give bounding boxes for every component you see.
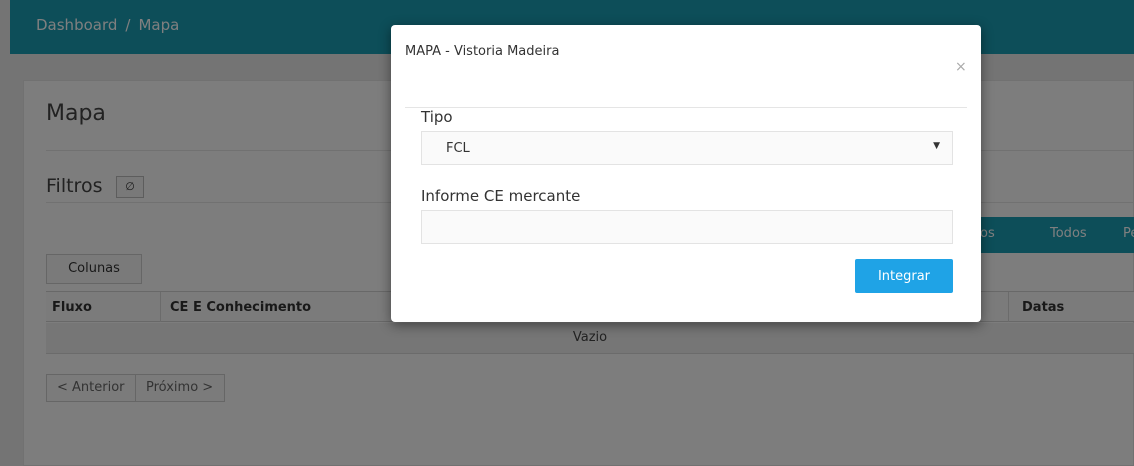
- integration-modal: MAPA - Vistoria Madeira × Tipo FCL ▼ Inf…: [391, 25, 981, 322]
- close-icon[interactable]: ×: [955, 59, 967, 75]
- tipo-select[interactable]: FCL ▼: [421, 131, 953, 165]
- modal-title: MAPA - Vistoria Madeira: [405, 44, 560, 59]
- caret-down-icon: ▼: [933, 141, 940, 151]
- ce-mercante-label: Informe CE mercante: [421, 187, 581, 205]
- integrar-button[interactable]: Integrar: [855, 259, 953, 293]
- ce-mercante-input[interactable]: [421, 210, 953, 244]
- modal-divider: [405, 107, 967, 108]
- tipo-label: Tipo: [421, 108, 453, 126]
- tipo-select-value: FCL: [446, 141, 470, 156]
